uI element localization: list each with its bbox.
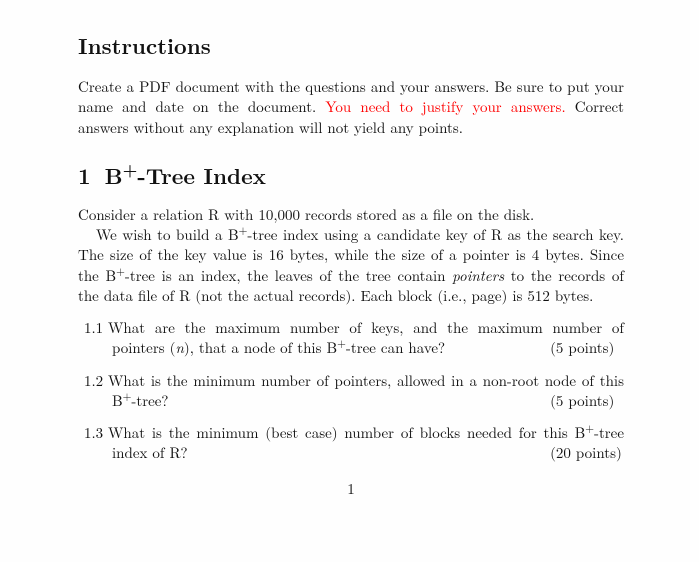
q1-b: ), that a node of this B [184,337,337,358]
instructions-text-red: You need to justify your answers. [325,96,565,117]
instructions-paragraph: Create a PDF document with the questions… [78,77,624,138]
section-title-pre: B [105,160,123,191]
section-title-sup: + [123,156,138,180]
q1-c: -tree can have? [346,337,445,358]
q2-b: -tree? [131,390,168,411]
q2-points: (5 points) [578,391,624,411]
q1-num: 1.1 [84,318,108,338]
p2-b-sup: + [116,263,125,279]
q3-points: (20 points) [578,443,624,463]
question-1-2: 1.2What is the minimum number of pointer… [84,371,624,412]
document-page: Instructions Create a PDF document with … [0,0,699,499]
question-list: 1.1What are the maximum number of keys, … [78,318,624,464]
section-title-post: -Tree Index [137,160,266,191]
section-1-p1: Consider a relation R with 10,000 record… [78,205,624,225]
q3-sup: + [585,420,594,436]
section-1-p2: We wish to build a B+-tree index using a… [78,225,624,306]
q3-num: 1.3 [84,423,108,443]
q1-n: n [175,337,183,358]
p2-italic: pointers [452,265,504,286]
instructions-heading: Instructions [78,30,624,61]
q1-sup: + [337,335,346,351]
p2-a: We wish to build a B [96,224,239,245]
question-1-1: 1.1What are the maximum number of keys, … [84,318,624,359]
page-number: 1 [78,478,624,499]
section-number: 1 [78,160,91,191]
q2-a: What is the minimum number of pointers, … [108,370,624,411]
q1-points: (5 points) [578,338,624,358]
question-1-3: 1.3What is the minimum (best case) numbe… [84,423,624,464]
q2-num: 1.2 [84,371,108,391]
p2-c: -tree is an index, the leaves of the tre… [125,265,452,286]
section-1-heading: 1B+-Tree Index [78,160,624,191]
q3-a: What is the minimum (best case) number o… [108,422,585,443]
